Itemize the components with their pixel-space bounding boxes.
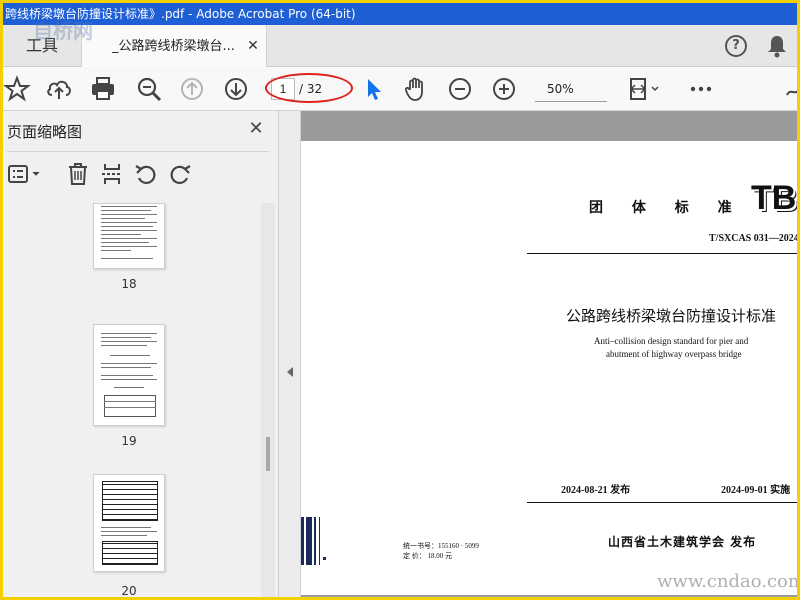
hand-icon[interactable] (402, 75, 430, 103)
print-icon[interactable] (89, 75, 117, 103)
help-icon[interactable]: ? (725, 35, 747, 57)
doc-title: 公路跨线桥梁墩台防撞设计标准 (566, 307, 777, 325)
delete-icon[interactable] (65, 161, 91, 187)
page-thumbnail[interactable] (93, 203, 165, 269)
barcode (301, 517, 327, 565)
select-pointer-icon[interactable] (359, 75, 387, 103)
page-up-icon[interactable] (178, 75, 206, 103)
doc-isbn: 统一书号：155160 · 5099 (403, 542, 479, 550)
star-icon[interactable] (3, 75, 31, 103)
thumbnail-label: 19 (121, 434, 137, 448)
rotate-cw-icon[interactable] (167, 161, 193, 187)
options-menu-icon[interactable] (7, 161, 43, 187)
main-toolbar: / 32 50% (3, 67, 797, 111)
doc-implement-date: 2024-09-01 实施 (721, 485, 791, 496)
panel-divider (7, 151, 269, 152)
page-thumbnail[interactable] (93, 324, 165, 426)
zoom-search-icon[interactable] (135, 75, 163, 103)
page-down-icon[interactable] (222, 75, 250, 103)
page-thumbnail[interactable] (93, 474, 165, 572)
doc-rule-bottom (527, 502, 797, 503)
panel-title: 页面缩略图 (7, 123, 83, 141)
fit-page-icon[interactable] (627, 75, 663, 103)
rotate-ccw-icon[interactable] (133, 161, 159, 187)
close-panel-icon[interactable]: ✕ (247, 120, 265, 138)
thumbnail-panel: 页面缩略图 ✕ 18 19 20 (3, 111, 279, 598)
doc-issue-date: 2024-08-21 发布 (561, 485, 631, 496)
sign-icon[interactable] (783, 75, 797, 103)
highlight-ellipse (265, 73, 353, 103)
document-viewer[interactable]: 团 体 标 准 TB T/SXCAS 031—2024 公路跨线桥梁墩台防撞设计… (301, 111, 799, 597)
scrollbar-thumb[interactable] (266, 437, 270, 471)
extract-icon[interactable] (99, 161, 125, 187)
app-window: 跨线桥梁墩台防撞设计标准》.pdf - Adobe Acrobat Pro (6… (0, 0, 800, 600)
close-tab-icon[interactable]: ✕ (245, 38, 261, 54)
doc-publisher: 山西省土木建筑学会 发布 (608, 535, 757, 549)
zoom-in-icon[interactable] (490, 75, 518, 103)
doc-code: T/SXCAS 031—2024 (709, 233, 799, 244)
upload-icon[interactable] (45, 75, 73, 103)
more-icon[interactable] (687, 75, 715, 103)
doc-rule-top (527, 253, 797, 254)
thumbnail-list: 18 19 20 (3, 203, 279, 598)
doc-category: 团 体 标 准 (589, 200, 744, 216)
doc-price: 定 价： 18.00 元 (403, 552, 452, 560)
collapse-arrow-icon[interactable] (287, 367, 293, 377)
watermark-top-left: 自桥网 (33, 19, 93, 43)
tab-bar: 工具 _公路跨线桥梁墩台... ✕ ? (3, 25, 797, 68)
thumbnail-scrollbar[interactable] (261, 203, 275, 597)
window-titlebar: 跨线桥梁墩台防撞设计标准》.pdf - Adobe Acrobat Pro (6… (3, 3, 797, 25)
thumbnail-label: 20 (121, 584, 137, 598)
doc-series-logo: TB (751, 179, 797, 217)
thumbnail-label: 18 (121, 277, 137, 291)
zoom-out-icon[interactable] (446, 75, 474, 103)
tab-document[interactable]: _公路跨线桥梁墩台... (81, 25, 267, 68)
panel-collapse-strip[interactable] (279, 111, 301, 597)
document-page: 团 体 标 准 TB T/SXCAS 031—2024 公路跨线桥梁墩台防撞设计… (301, 141, 799, 595)
bell-icon[interactable] (767, 34, 787, 58)
watermark-bottom-right: www.cndao.com (657, 571, 800, 592)
doc-title-en-line1: Anti–collision design standard for pier … (594, 336, 749, 346)
zoom-level-select[interactable]: 50% (535, 76, 607, 102)
doc-title-en-line2: abutment of highway overpass bridge (606, 349, 742, 359)
